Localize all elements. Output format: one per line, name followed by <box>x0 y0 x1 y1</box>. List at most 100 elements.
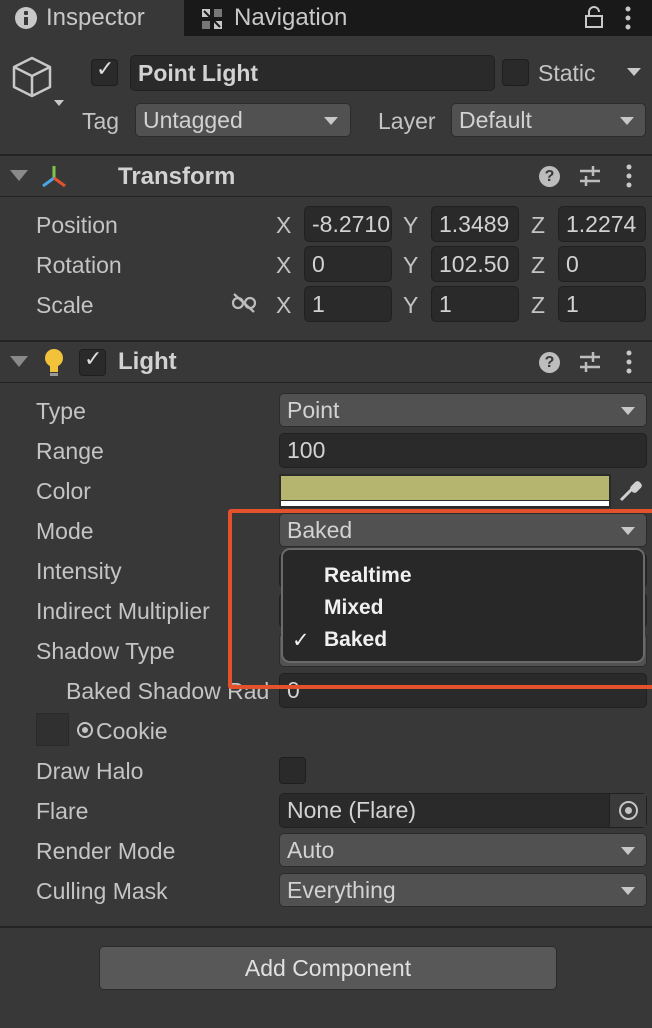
axis-y-label[interactable]: Y <box>403 287 418 323</box>
position-z-field[interactable]: 1.2274 <box>558 206 646 242</box>
axis-x-label[interactable]: X <box>276 247 291 283</box>
transform-title[interactable]: Transform <box>118 162 235 192</box>
light-enabled-checkbox[interactable] <box>79 347 106 376</box>
axis-y-label[interactable]: Y <box>403 247 418 283</box>
axis-z-label[interactable]: Z <box>531 207 545 243</box>
chevron-down-icon <box>324 117 338 125</box>
divider <box>0 926 652 928</box>
type-label: Type <box>36 398 86 424</box>
render-mode-value: Auto <box>287 837 335 863</box>
transform-icon <box>40 164 68 192</box>
scale-z-value: 1 <box>566 291 579 317</box>
position-label: Position <box>36 212 118 238</box>
shadow-type-label: Shadow Type <box>36 638 175 664</box>
chevron-down-icon <box>621 407 635 415</box>
static-dropdown-arrow[interactable] <box>627 68 641 76</box>
rotation-z-field[interactable]: 0 <box>558 246 646 282</box>
add-component-label: Add Component <box>244 955 412 981</box>
tab-inspector-label[interactable]: Inspector <box>46 0 145 36</box>
scale-x-field[interactable]: 1 <box>304 286 392 322</box>
position-y-field[interactable]: 1.3489 <box>431 206 519 242</box>
object-picker-button[interactable] <box>609 794 646 827</box>
flare-field[interactable]: None (Flare) <box>279 793 647 828</box>
tag-value: Untagged <box>143 107 243 133</box>
gameobject-cube-icon <box>10 56 66 108</box>
presets-icon[interactable] <box>578 165 602 187</box>
tag-label: Tag <box>82 108 120 134</box>
scale-z-field[interactable]: 1 <box>558 286 646 322</box>
range-label: Range <box>36 438 104 464</box>
eyedropper-icon[interactable] <box>616 477 644 505</box>
transform-foldout-arrow[interactable] <box>10 170 28 181</box>
layer-value: Default <box>459 107 532 133</box>
static-label: Static <box>538 60 596 86</box>
color-swatch-fill <box>281 476 609 500</box>
mode-label: Mode <box>36 518 94 544</box>
draw-halo-label: Draw Halo <box>36 758 144 784</box>
info-icon <box>15 7 37 29</box>
axis-x-label[interactable]: X <box>276 207 291 243</box>
type-dropdown[interactable]: Point <box>279 393 647 427</box>
axis-z-label[interactable]: Z <box>531 287 545 323</box>
more-options-icon[interactable] <box>625 350 633 374</box>
divider <box>0 382 652 383</box>
light-foldout-arrow[interactable] <box>10 356 28 367</box>
constrain-proportions-icon[interactable] <box>231 292 257 314</box>
cookie-thumbnail[interactable] <box>36 713 69 746</box>
light-title[interactable]: Light <box>118 347 177 377</box>
scale-label: Scale <box>36 292 94 318</box>
layer-dropdown[interactable]: Default <box>451 103 646 137</box>
axis-y-label[interactable]: Y <box>403 207 418 243</box>
render-mode-label: Render Mode <box>36 838 176 864</box>
help-icon[interactable]: ? <box>539 166 560 187</box>
axis-z-label[interactable]: Z <box>531 247 545 283</box>
position-y-value: 1.3489 <box>439 211 510 237</box>
draw-halo-checkbox[interactable] <box>279 757 306 784</box>
tag-dropdown[interactable]: Untagged <box>135 103 351 137</box>
chevron-down-icon <box>621 887 635 895</box>
chevron-down-icon <box>621 847 635 855</box>
flare-label: Flare <box>36 798 89 824</box>
light-bulb-icon <box>42 348 66 376</box>
active-checkbox[interactable] <box>91 57 118 86</box>
object-name-value: Point Light <box>138 60 259 86</box>
layer-label: Layer <box>378 108 436 134</box>
rotation-x-field[interactable]: 0 <box>304 246 392 282</box>
cookie-label: Cookie <box>96 718 168 744</box>
scale-y-value: 1 <box>439 291 452 317</box>
add-component-button[interactable]: Add Component <box>99 946 557 990</box>
culling-mask-dropdown[interactable]: Everything <box>279 873 647 907</box>
tab-navigation-label[interactable]: Navigation <box>234 0 347 36</box>
position-x-value: -8.2710 <box>312 211 391 237</box>
rotation-x-value: 0 <box>312 251 325 277</box>
lock-icon[interactable] <box>585 6 603 28</box>
rotation-z-value: 0 <box>566 251 579 277</box>
object-picker-icon <box>619 801 638 820</box>
rotation-label: Rotation <box>36 252 122 278</box>
divider <box>0 340 652 342</box>
color-swatch[interactable] <box>279 474 611 508</box>
position-x-field[interactable]: -8.2710 <box>304 206 392 242</box>
scale-y-field[interactable]: 1 <box>431 286 519 322</box>
presets-icon[interactable] <box>578 351 602 373</box>
axis-x-label[interactable]: X <box>276 287 291 323</box>
color-alpha-bar <box>281 501 609 506</box>
culling-mask-value: Everything <box>287 877 396 903</box>
scale-x-value: 1 <box>312 291 325 317</box>
help-icon[interactable]: ? <box>539 352 560 373</box>
range-field[interactable]: 100 <box>279 433 647 468</box>
rotation-y-field[interactable]: 102.50 <box>431 246 519 282</box>
static-checkbox[interactable] <box>502 59 529 86</box>
position-z-value: 1.2274 <box>566 211 637 237</box>
object-name-field[interactable]: Point Light <box>130 55 495 91</box>
more-options-icon[interactable] <box>624 6 632 30</box>
rotation-y-value: 102.50 <box>439 251 510 277</box>
divider <box>0 196 652 197</box>
object-picker-icon[interactable] <box>77 722 93 738</box>
color-label: Color <box>36 478 91 504</box>
more-options-icon[interactable] <box>625 164 633 188</box>
render-mode-dropdown[interactable]: Auto <box>279 833 647 867</box>
type-value: Point <box>287 397 340 423</box>
navigation-icon <box>202 9 222 29</box>
flare-value: None (Flare) <box>287 797 417 823</box>
